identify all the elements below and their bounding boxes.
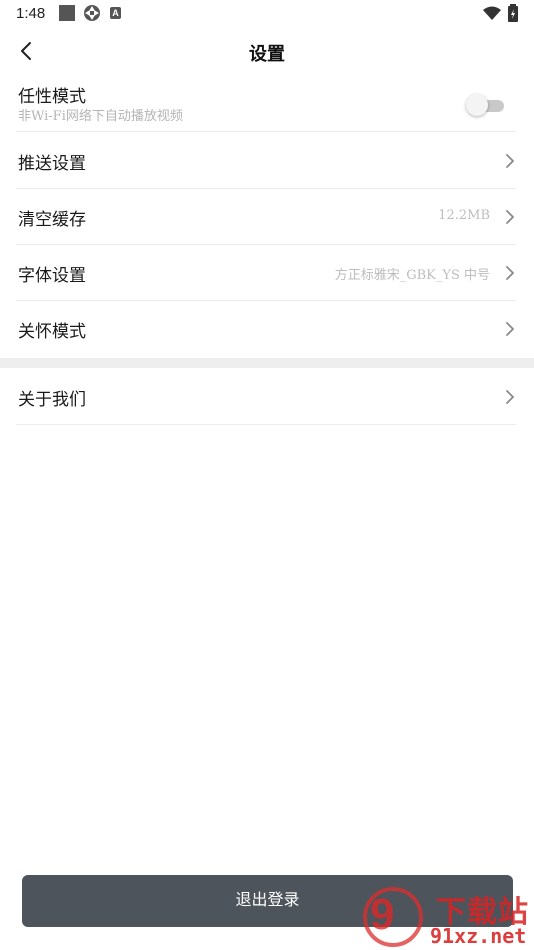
settings-row-clear-cache[interactable]: 清空缓存 12.2MB xyxy=(16,189,516,245)
care-mode-label: 关怀模式 xyxy=(18,322,86,342)
wifi-icon xyxy=(483,6,501,20)
cache-size-value: 12.2MB xyxy=(438,208,490,223)
watermark-url: 91xz.net xyxy=(430,924,527,948)
a-badge-icon: A xyxy=(110,7,121,19)
toggle-knob xyxy=(466,94,488,116)
settings-row-font[interactable]: 字体设置 方正标雅宋_GBK_YS 中号 xyxy=(16,245,516,301)
section-divider xyxy=(0,358,534,368)
personal-mode-label: 任性模式 xyxy=(18,87,86,107)
chevron-right-icon xyxy=(506,266,515,280)
personal-mode-subtitle: 非Wi-Fi网络下自动播放视频 xyxy=(18,109,183,124)
aperture-icon xyxy=(84,5,100,21)
status-time: 1:48 xyxy=(16,5,46,22)
page-title: 设置 xyxy=(249,44,285,65)
about-us-label: 关于我们 xyxy=(18,390,86,410)
clear-cache-label: 清空缓存 xyxy=(18,210,86,230)
chevron-right-icon xyxy=(506,390,515,404)
header: 设置 xyxy=(0,28,534,74)
font-settings-label: 字体设置 xyxy=(18,266,86,286)
watermark-number: 9 xyxy=(370,890,395,939)
chevron-right-icon xyxy=(506,154,515,168)
chevron-right-icon xyxy=(506,322,515,336)
settings-row-about[interactable]: 关于我们 xyxy=(16,368,516,425)
settings-row-care-mode[interactable]: 关怀模式 xyxy=(16,301,516,358)
push-settings-label: 推送设置 xyxy=(18,154,86,174)
battery-icon xyxy=(508,4,518,22)
settings-row-personal-mode: 任性模式 非Wi-Fi网络下自动播放视频 xyxy=(16,74,516,132)
settings-row-push[interactable]: 推送设置 xyxy=(16,132,516,189)
personal-mode-toggle[interactable] xyxy=(466,94,504,116)
status-bar: 1:48 A xyxy=(0,0,534,28)
square-icon xyxy=(59,5,75,21)
chevron-right-icon xyxy=(506,210,515,224)
font-value: 方正标雅宋_GBK_YS 中号 xyxy=(334,268,490,283)
